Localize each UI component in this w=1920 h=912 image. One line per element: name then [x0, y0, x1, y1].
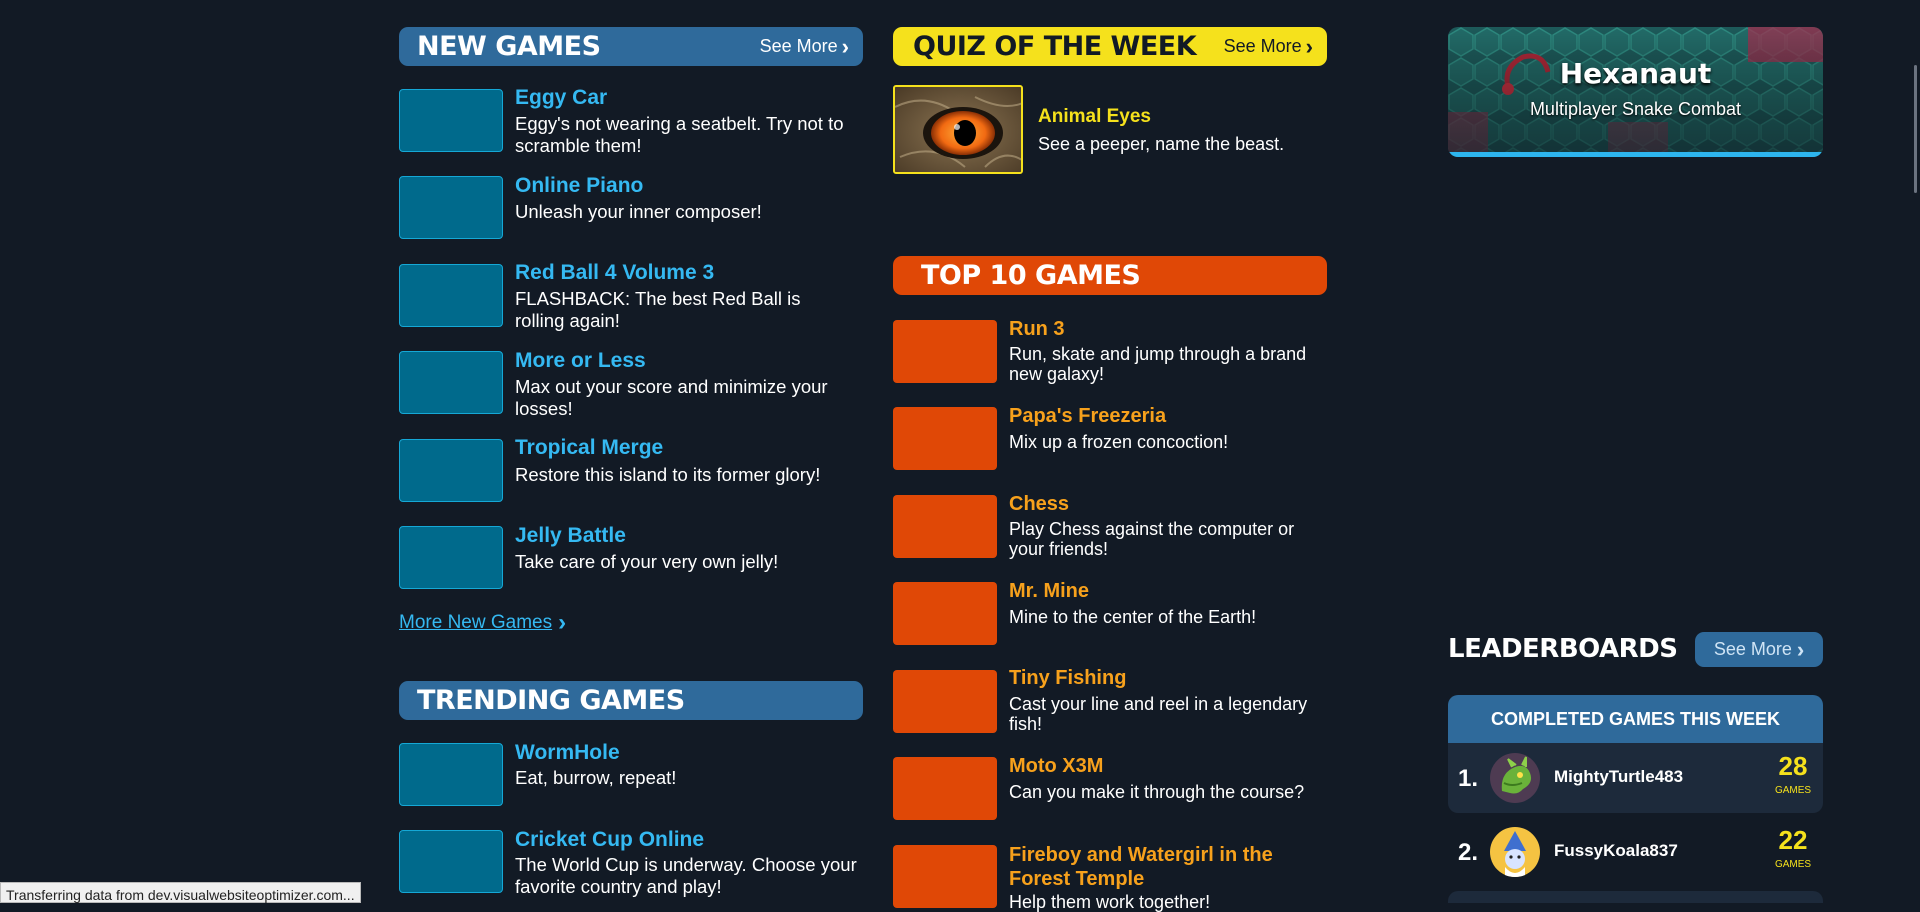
game-title[interactable]: Red Ball 4 Volume 3: [515, 261, 714, 285]
game-title[interactable]: More or Less: [515, 349, 646, 373]
leaderboard-board-header: COMPLETED GAMES THIS WEEK: [1448, 695, 1823, 743]
chevron-right-icon: ›: [558, 609, 567, 636]
leaderboard-row[interactable]: 1. MightyTurtle483 28 GAMES: [1448, 743, 1823, 813]
avatar[interactable]: [1490, 827, 1540, 877]
game-title[interactable]: Tropical Merge: [515, 436, 663, 460]
quiz-item-title[interactable]: Animal Eyes: [1038, 106, 1151, 128]
game-title[interactable]: Online Piano: [515, 174, 643, 198]
game-title[interactable]: Fireboy and Watergirl in the Forest Temp…: [1009, 843, 1309, 891]
leaderboards-title: LEADERBOARDS: [1448, 634, 1678, 664]
game-title[interactable]: Moto X3M: [1009, 755, 1103, 778]
quiz-thumbnail[interactable]: [893, 85, 1023, 174]
chevron-right-icon: ›: [841, 33, 849, 59]
top10-title: TOP 10 GAMES: [921, 260, 1141, 291]
game-thumbnail[interactable]: [399, 264, 503, 327]
game-thumbnail[interactable]: [399, 351, 503, 414]
new-games-title: NEW GAMES: [417, 31, 601, 62]
browser-status-bar: Transferring data from dev.visualwebsite…: [0, 882, 361, 903]
game-thumbnail[interactable]: [893, 582, 997, 645]
game-title[interactable]: Run 3: [1009, 318, 1065, 341]
game-description: Can you make it through the course?: [1009, 782, 1305, 802]
game-description: Cast your line and reel in a legendary f…: [1009, 694, 1308, 734]
game-thumbnail[interactable]: [399, 743, 503, 806]
new-games-header: NEW GAMES See More ›: [399, 27, 863, 66]
leaderboard-username[interactable]: FussyKoala837: [1554, 841, 1678, 861]
game-thumbnail[interactable]: [893, 670, 997, 733]
game-thumbnail[interactable]: [893, 757, 997, 820]
new-games-see-more-button[interactable]: See More ›: [760, 27, 849, 66]
game-description: Mix up a frozen concoction!: [1009, 432, 1229, 452]
game-description: Unleash your inner composer!: [515, 201, 762, 222]
see-more-label: See More: [759, 36, 838, 56]
game-title[interactable]: Eggy Car: [515, 86, 607, 110]
see-more-label: See More: [1713, 639, 1792, 659]
game-description: Mine to the center of the Earth!: [1009, 607, 1257, 627]
game-thumbnail[interactable]: [893, 407, 997, 470]
leaderboard-rank: 2.: [1458, 839, 1479, 866]
more-new-games-label: More New Games: [399, 612, 553, 633]
game-description: The World Cup is underway. Choose your f…: [515, 854, 857, 897]
quiz-see-more-button[interactable]: See More ›: [1224, 27, 1313, 66]
game-description: Restore this island to its former glory!: [515, 464, 821, 485]
game-thumbnail[interactable]: [399, 176, 503, 239]
game-thumbnail[interactable]: [399, 89, 503, 152]
leaderboard-count: 22: [1778, 825, 1808, 855]
more-new-games-link[interactable]: More New Games ›: [399, 609, 567, 636]
game-description: Play Chess against the computer or your …: [1009, 519, 1295, 559]
leaderboard-count-unit: GAMES: [1774, 859, 1812, 870]
leaderboard-count-unit: GAMES: [1774, 785, 1812, 796]
game-description: Max out your score and minimize your los…: [515, 376, 828, 419]
featured-game-title: Hexanaut: [1559, 57, 1712, 90]
avatar[interactable]: [1490, 753, 1540, 803]
game-description: FLASHBACK: The best Red Ball is rolling …: [515, 288, 801, 331]
game-thumbnail[interactable]: [399, 526, 503, 589]
leaderboard-username[interactable]: MightyTurtle483: [1554, 767, 1683, 787]
wizard-avatar-icon: [1504, 831, 1526, 877]
game-title[interactable]: WormHole: [515, 741, 620, 765]
leaderboard-rank: 1.: [1458, 765, 1479, 792]
game-description: Eggy's not wearing a seatbelt. Try not t…: [515, 113, 844, 156]
game-title[interactable]: Mr. Mine: [1009, 580, 1089, 603]
game-title[interactable]: Cricket Cup Online: [515, 828, 704, 852]
game-description: Take care of your very own jelly!: [515, 551, 779, 572]
trending-games-title: TRENDING GAMES: [417, 685, 685, 716]
game-thumbnail[interactable]: [893, 320, 997, 383]
leaderboard-row[interactable]: 2. FussyKoala837 22 GAMES: [1448, 817, 1823, 887]
leaderboard-row-divider: [1448, 891, 1823, 903]
quiz-item-description: See a peeper, name the beast.: [1038, 134, 1285, 154]
quiz-header: QUIZ OF THE WEEK See More ›: [893, 27, 1327, 66]
trending-games-header: TRENDING GAMES: [399, 681, 863, 720]
chevron-right-icon: ›: [1796, 636, 1805, 662]
dragon-avatar-icon: [1501, 756, 1532, 794]
game-thumbnail[interactable]: [893, 495, 997, 558]
owl-eye-icon: [895, 87, 1021, 172]
top10-header: TOP 10 GAMES: [893, 256, 1327, 295]
game-description: Run, skate and jump through a brand new …: [1009, 344, 1307, 384]
status-text: Transferring data from dev.visualwebsite…: [6, 887, 355, 903]
chevron-right-icon: ›: [1305, 33, 1313, 59]
game-thumbnail[interactable]: [893, 845, 997, 908]
banner-accent-bar: [1448, 152, 1823, 157]
game-description: Eat, burrow, repeat!: [515, 767, 677, 788]
leaderboard-count: 28: [1778, 751, 1808, 781]
game-thumbnail[interactable]: [399, 439, 503, 502]
game-title[interactable]: Chess: [1009, 493, 1069, 516]
featured-game-banner[interactable]: Hexanaut Multiplayer Snake Combat: [1448, 27, 1823, 157]
game-thumbnail[interactable]: [399, 830, 503, 893]
leaderboards-see-more-button[interactable]: See More ›: [1695, 632, 1823, 667]
game-description: Help them work together!: [1009, 892, 1211, 912]
featured-game-subtitle: Multiplayer Snake Combat: [1529, 99, 1742, 119]
game-title[interactable]: Tiny Fishing: [1009, 667, 1126, 690]
page-scrollbar-thumb[interactable]: [1914, 65, 1917, 193]
quiz-title: QUIZ OF THE WEEK: [913, 31, 1197, 62]
game-title[interactable]: Papa's Freezeria: [1009, 405, 1166, 428]
see-more-label: See More: [1223, 36, 1302, 56]
game-title[interactable]: Jelly Battle: [515, 524, 626, 548]
leaderboard-board-title: COMPLETED GAMES THIS WEEK: [1490, 708, 1780, 729]
